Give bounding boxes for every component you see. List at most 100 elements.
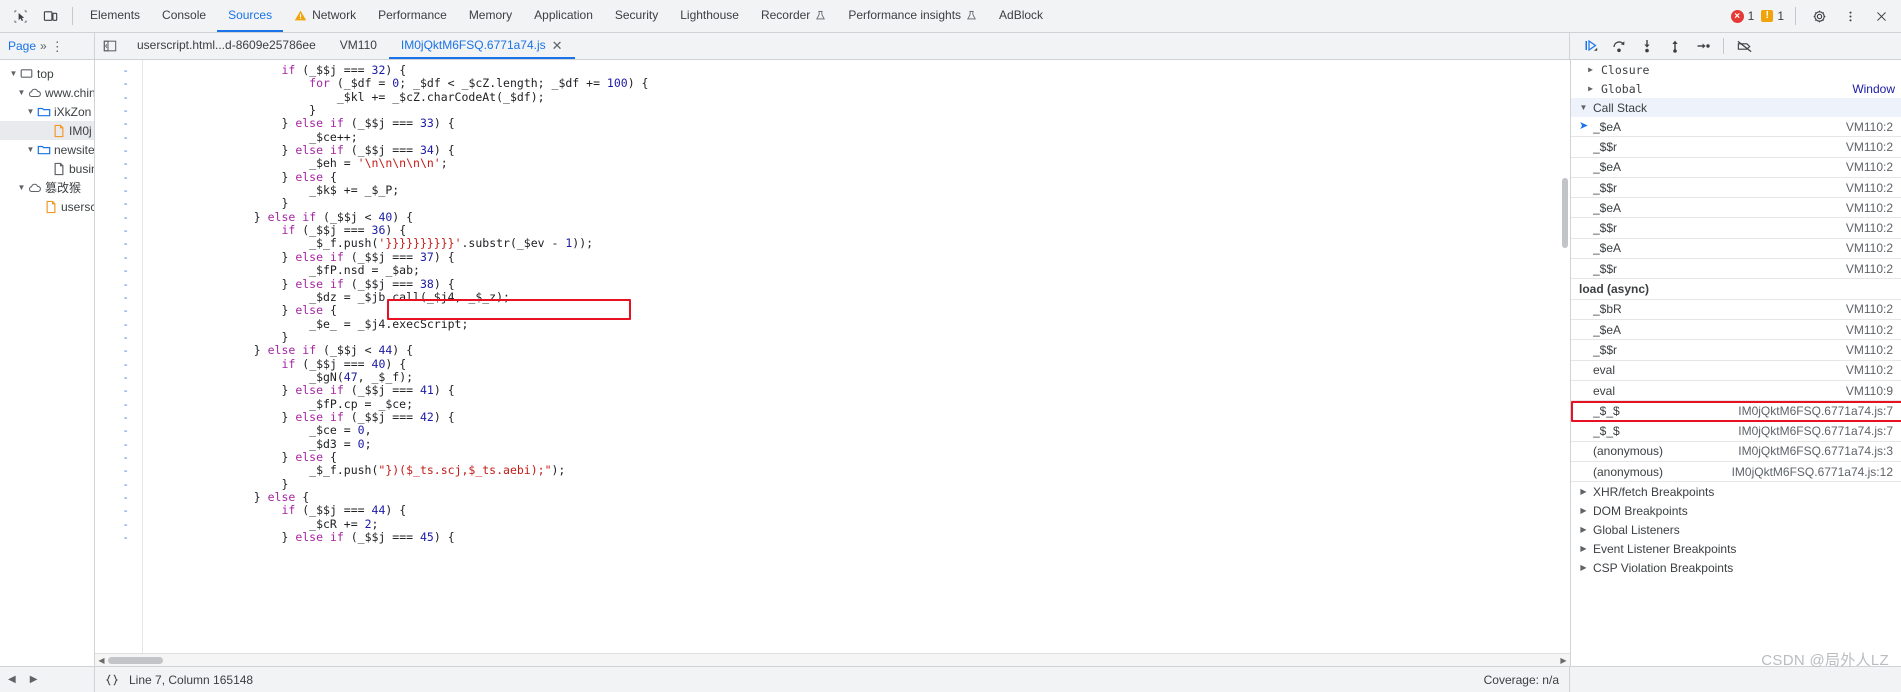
chevron-right-icon[interactable]: ▶ — [1578, 563, 1589, 572]
callstack-row[interactable]: _$eA VM110:2 — [1571, 158, 1901, 178]
tab-security[interactable]: Security — [604, 0, 669, 32]
inspect-element-icon[interactable] — [6, 3, 34, 29]
chevron-right-icon[interactable]: ▶ — [1578, 544, 1589, 553]
gear-icon[interactable] — [1805, 3, 1833, 29]
gutter-line[interactable]: - — [95, 478, 142, 491]
gutter-line[interactable]: - — [95, 237, 142, 250]
scrollbar-thumb[interactable] — [108, 657, 163, 664]
chevron-down-icon[interactable]: ▼ — [16, 88, 27, 97]
step-button[interactable] — [1690, 35, 1716, 57]
chevron-left-icon[interactable]: ◀ — [8, 674, 16, 685]
gutter-line[interactable]: - — [95, 117, 142, 130]
tree-item-busin[interactable]: ▼ busin — [0, 159, 94, 178]
gutter-line[interactable]: - — [95, 291, 142, 304]
navigator-tab-page[interactable]: Page — [8, 39, 36, 53]
breakpoint-section-dom-breakpoints[interactable]: ▶ DOM Breakpoints — [1571, 501, 1901, 520]
chevron-right-icon[interactable]: ▶ — [1578, 506, 1589, 515]
gutter-line[interactable]: - — [95, 318, 142, 331]
gutter-line[interactable]: - — [95, 144, 142, 157]
callstack-section-header[interactable]: ▼ Call Stack — [1571, 98, 1901, 117]
show-navigator-icon[interactable] — [95, 33, 125, 59]
chevron-down-icon[interactable]: ▼ — [16, 183, 27, 192]
step-out-of-current-function-button[interactable] — [1662, 35, 1688, 57]
gutter-line[interactable]: - — [95, 518, 142, 531]
callstack-row[interactable]: eval VM110:9 — [1571, 381, 1901, 402]
tree-item-tampermonkey[interactable]: ▼ 篡改猴 — [0, 178, 94, 197]
resume-script-execution-button[interactable] — [1578, 35, 1604, 57]
tree-item-top[interactable]: ▼ top — [0, 64, 94, 83]
gutter-line[interactable]: - — [95, 424, 142, 437]
gutter-line[interactable]: - — [95, 491, 142, 504]
format-braces-icon[interactable] — [105, 673, 119, 687]
gutter-line[interactable]: - — [95, 264, 142, 277]
tab-console[interactable]: Console — [151, 0, 217, 32]
gutter-line[interactable]: - — [95, 184, 142, 197]
gutter-line[interactable]: - — [95, 278, 142, 291]
chevron-down-icon[interactable]: ▼ — [1578, 103, 1589, 112]
more-vertical-icon[interactable]: ⋮ — [51, 40, 64, 53]
callstack-row[interactable]: eval VM110:2 — [1571, 361, 1901, 381]
scrollbar-track[interactable] — [108, 654, 1557, 666]
editor-horizontal-scrollbar[interactable]: ◀ ▶ — [95, 653, 1570, 666]
callstack-row[interactable]: _$$r VM110:2 — [1571, 218, 1901, 239]
tab-application[interactable]: Application — [523, 0, 604, 32]
callstack-row[interactable]: (anonymous) IM0jQktM6FSQ.6771a74.js:3 — [1571, 442, 1901, 463]
scope-row[interactable]: ▶ Global Window — [1571, 79, 1901, 98]
callstack-row[interactable]: _$eA VM110:2 — [1571, 239, 1901, 260]
callstack-row[interactable]: ➤ _$eA VM110:2 — [1571, 117, 1901, 138]
editor-vertical-scrollbar[interactable] — [1560, 60, 1570, 653]
chevron-right-icon[interactable]: ▶ — [1585, 84, 1596, 93]
scroll-left-icon[interactable]: ◀ — [95, 656, 108, 665]
chevron-right-icon[interactable]: ▶ — [1578, 525, 1589, 534]
callstack-row[interactable]: _$$r VM110:2 — [1571, 137, 1901, 158]
file-tab-vm110[interactable]: VM110 — [328, 33, 389, 59]
gutter-line[interactable]: - — [95, 224, 142, 237]
chevron-down-icon[interactable]: ▼ — [8, 69, 19, 78]
gutter-line[interactable]: - — [95, 251, 142, 264]
breakpoint-section-csp-violation-breakpoints[interactable]: ▶ CSP Violation Breakpoints — [1571, 558, 1901, 577]
gutter-line[interactable]: - — [95, 398, 142, 411]
tab-memory[interactable]: Memory — [458, 0, 523, 32]
breakpoint-section-event-listener-breakpoints[interactable]: ▶ Event Listener Breakpoints — [1571, 539, 1901, 558]
close-icon[interactable]: ✕ — [552, 39, 563, 52]
gutter-line[interactable]: - — [95, 197, 142, 210]
gutter-line[interactable]: - — [95, 171, 142, 184]
callstack-row[interactable]: _$_$ IM0jQktM6FSQ.6771a74.js:7 — [1571, 421, 1901, 442]
callstack-row[interactable]: _$_$ IM0jQktM6FSQ.6771a74.js:7 — [1571, 401, 1901, 422]
gutter-line[interactable]: - — [95, 64, 142, 77]
tree-item-www-chin[interactable]: ▼ www.chin — [0, 83, 94, 102]
gutter-line[interactable]: - — [95, 77, 142, 90]
callstack-row[interactable]: _$bR VM110:2 — [1571, 300, 1901, 320]
editor-line-gutter[interactable]: ------------------------------------ — [95, 60, 143, 653]
gutter-line[interactable]: - — [95, 451, 142, 464]
tab-elements[interactable]: Elements — [79, 0, 151, 32]
editor-viewport[interactable]: ------------------------------------ if … — [95, 60, 1570, 653]
gutter-line[interactable]: - — [95, 157, 142, 170]
scroll-right-icon[interactable]: ▶ — [1557, 656, 1570, 665]
step-into-next-function-call-button[interactable] — [1634, 35, 1660, 57]
callstack-row[interactable]: _$$r VM110:2 — [1571, 178, 1901, 199]
device-toolbar-icon[interactable] — [36, 3, 64, 29]
gutter-line[interactable]: - — [95, 531, 142, 544]
gutter-line[interactable]: - — [95, 438, 142, 451]
chevron-right-icon[interactable]: ▶ — [30, 674, 38, 685]
tab-performance[interactable]: Performance — [367, 0, 458, 32]
tab-network[interactable]: Network — [283, 0, 367, 32]
file-tab-im0jqktm6fsq[interactable]: IM0jQktM6FSQ.6771a74.js ✕ — [388, 33, 575, 59]
more-vertical-icon[interactable] — [1836, 3, 1864, 29]
gutter-line[interactable]: - — [95, 411, 142, 424]
callstack-row[interactable]: _$$r VM110:2 — [1571, 259, 1901, 280]
tab-recorder[interactable]: Recorder — [750, 0, 837, 32]
editor-code-content[interactable]: if (_$$j === 32) { for (_$df = 0; _$df <… — [143, 60, 1570, 653]
gutter-line[interactable]: - — [95, 304, 142, 317]
callstack-row[interactable]: (anonymous) IM0jQktM6FSQ.6771a74.js:12 — [1571, 462, 1901, 483]
tab-performance-insights[interactable]: Performance insights — [837, 0, 988, 32]
tab-sources[interactable]: Sources — [217, 0, 284, 32]
gutter-line[interactable]: - — [95, 371, 142, 384]
breakpoint-section-xhr-fetch-breakpoints[interactable]: ▶ XHR/fetch Breakpoints — [1571, 482, 1901, 501]
gutter-line[interactable]: - — [95, 464, 142, 477]
gutter-line[interactable]: - — [95, 211, 142, 224]
tree-item-ixkzon[interactable]: ▼ iXkZon — [0, 102, 94, 121]
breakpoint-section-global-listeners[interactable]: ▶ Global Listeners — [1571, 520, 1901, 539]
gutter-line[interactable]: - — [95, 344, 142, 357]
